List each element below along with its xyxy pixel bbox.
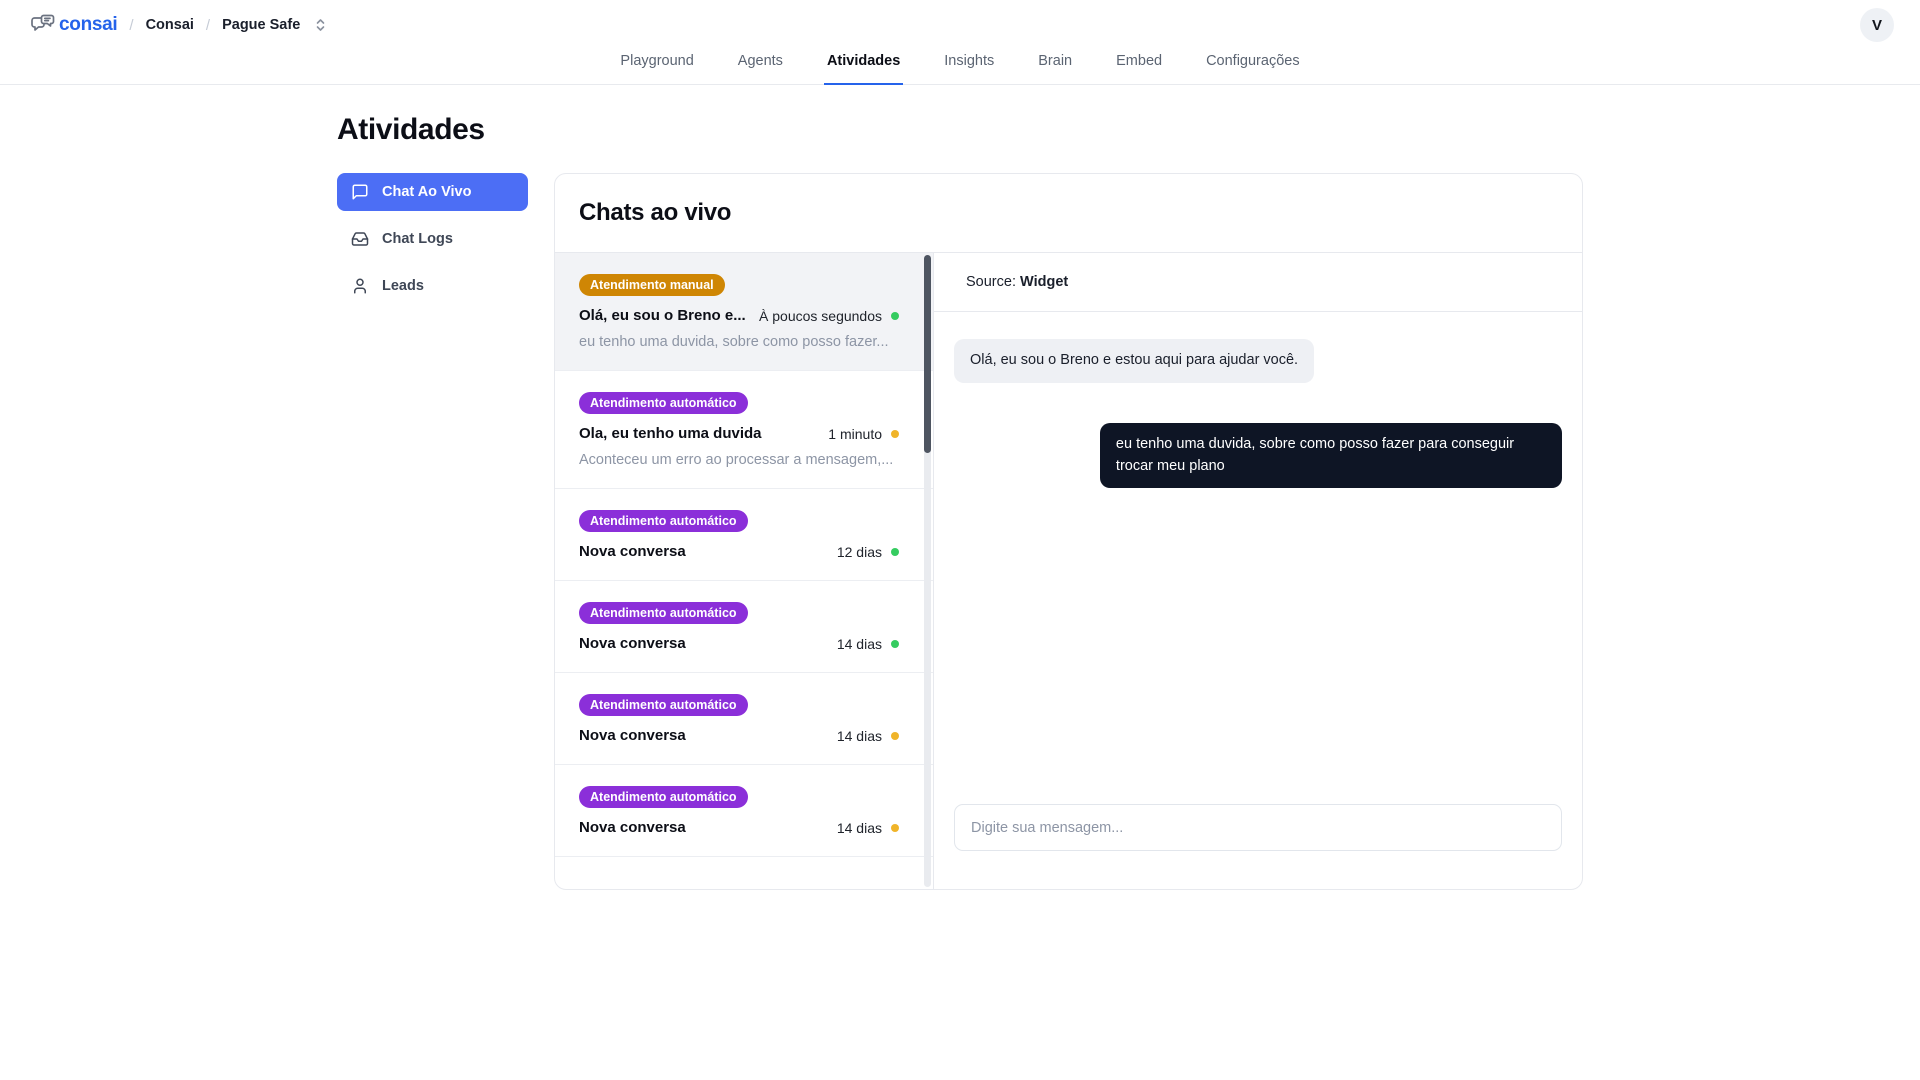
message-history: Olá, eu sou o Breno e estou aqui para aj… bbox=[934, 312, 1582, 804]
tab-agents[interactable]: Agents bbox=[735, 50, 786, 84]
sidebar-item-chat-logs[interactable]: Chat Logs bbox=[337, 220, 528, 258]
tab-atividades[interactable]: Atividades bbox=[824, 50, 903, 85]
person-icon bbox=[351, 277, 369, 295]
attendance-type-badge: Atendimento automático bbox=[579, 786, 748, 808]
conversation-title: Ola, eu tenho uma duvida bbox=[579, 425, 819, 442]
conversation-list-item[interactable]: Atendimento automático Ola, eu tenho uma … bbox=[555, 371, 933, 489]
status-dot bbox=[891, 640, 899, 648]
page-title: Atividades bbox=[337, 113, 1583, 147]
tab-insights[interactable]: Insights bbox=[941, 50, 997, 84]
visitor-message-bubble: eu tenho uma duvida, sobre como posso fa… bbox=[1100, 423, 1562, 489]
source-value: Widget bbox=[1020, 274, 1068, 290]
sidebar-item-label: Chat Logs bbox=[382, 231, 453, 247]
sidebar-item-label: Leads bbox=[382, 278, 424, 294]
conversation-preview: Aconteceu um erro ao processar a mensage… bbox=[579, 452, 899, 468]
scrollbar-thumb[interactable] bbox=[924, 255, 931, 453]
brand-name: consai bbox=[59, 14, 117, 36]
conversation-time: 12 dias bbox=[837, 544, 882, 560]
conversation-list-item[interactable]: Atendimento manual Olá, eu sou o Breno e.… bbox=[555, 253, 933, 371]
attendance-type-badge: Atendimento automático bbox=[579, 392, 748, 414]
sidebar-item-leads[interactable]: Leads bbox=[337, 267, 528, 305]
status-dot bbox=[891, 824, 899, 832]
conversation-list-item[interactable]: Atendimento automático Nova conversa 14 di… bbox=[555, 673, 933, 765]
conversation-list-item[interactable]: Atendimento automático Nova conversa 14 di… bbox=[555, 581, 933, 673]
chat-bubbles-logo-icon bbox=[30, 13, 56, 37]
conversation-time: 14 dias bbox=[837, 728, 882, 744]
conversation-list-scrollbar[interactable] bbox=[924, 255, 931, 887]
conversation-list-item[interactable]: Atendimento automático Nova conversa 14 di… bbox=[555, 765, 933, 857]
conversation-title: Nova conversa bbox=[579, 635, 828, 652]
tab-embed[interactable]: Embed bbox=[1113, 50, 1165, 84]
conversation-source: Source: Widget bbox=[934, 253, 1582, 312]
breadcrumb-workspace[interactable]: Pague Safe bbox=[222, 17, 300, 33]
attendance-type-badge: Atendimento manual bbox=[579, 274, 725, 296]
user-avatar[interactable]: V bbox=[1860, 8, 1894, 42]
inbox-icon bbox=[351, 230, 369, 248]
conversation-title: Nova conversa bbox=[579, 727, 828, 744]
main-content: Atividades Chat Ao Vivo Chat Logs Leads Ch… bbox=[337, 113, 1583, 890]
conversation-list-item[interactable]: Atendimento automático Nova conversa 12 di… bbox=[555, 489, 933, 581]
brand-logo[interactable]: consai bbox=[30, 13, 117, 37]
topbar: consai / Consai / Pague Safe V Playgroun… bbox=[0, 0, 1920, 85]
chat-bubble-icon bbox=[351, 183, 369, 201]
message-row-user: eu tenho uma duvida, sobre como posso fa… bbox=[954, 423, 1562, 489]
status-dot bbox=[891, 548, 899, 556]
breadcrumb-separator: / bbox=[129, 17, 133, 34]
conversation-time: 1 minuto bbox=[828, 426, 882, 442]
conversation-title: Nova conversa bbox=[579, 819, 828, 836]
activities-sidebar: Chat Ao Vivo Chat Logs Leads bbox=[337, 173, 528, 305]
agent-message-bubble: Olá, eu sou o Breno e estou aqui para aj… bbox=[954, 339, 1314, 383]
live-chats-card: Chats ao vivo Atendimento manual Olá, eu … bbox=[554, 173, 1583, 890]
source-label: Source: bbox=[966, 274, 1016, 290]
breadcrumb: consai / Consai / Pague Safe bbox=[30, 13, 327, 37]
attendance-type-badge: Atendimento automático bbox=[579, 510, 748, 532]
sidebar-item-label: Chat Ao Vivo bbox=[382, 184, 471, 200]
primary-nav: Playground Agents Atividades Insights Brain E… bbox=[0, 50, 1920, 85]
conversation-pane: Source: Widget Olá, eu sou o Breno e est… bbox=[934, 253, 1582, 889]
message-input[interactable] bbox=[954, 804, 1562, 851]
status-dot bbox=[891, 312, 899, 320]
attendance-type-badge: Atendimento automático bbox=[579, 602, 748, 624]
live-chats-title: Chats ao vivo bbox=[579, 199, 1558, 227]
tab-brain[interactable]: Brain bbox=[1035, 50, 1075, 84]
conversation-time: À poucos segundos bbox=[759, 308, 882, 324]
status-dot bbox=[891, 732, 899, 740]
conversation-time: 14 dias bbox=[837, 820, 882, 836]
conversation-time: 14 dias bbox=[837, 636, 882, 652]
conversation-title: Nova conversa bbox=[579, 543, 828, 560]
live-chats-card-header: Chats ao vivo bbox=[555, 174, 1582, 253]
tab-configura-es[interactable]: Configurações bbox=[1203, 50, 1303, 84]
workspace-switcher-button[interactable] bbox=[314, 17, 327, 33]
sidebar-item-chat-ao-vivo[interactable]: Chat Ao Vivo bbox=[337, 173, 528, 211]
breadcrumb-separator: / bbox=[206, 17, 210, 34]
breadcrumb-org[interactable]: Consai bbox=[146, 17, 194, 33]
conversation-list: Atendimento manual Olá, eu sou o Breno e.… bbox=[555, 253, 934, 889]
message-row-bot: Olá, eu sou o Breno e estou aqui para aj… bbox=[954, 339, 1562, 383]
conversation-preview: eu tenho uma duvida, sobre como posso fa… bbox=[579, 334, 899, 350]
tab-playground[interactable]: Playground bbox=[617, 50, 696, 84]
attendance-type-badge: Atendimento automático bbox=[579, 694, 748, 716]
status-dot bbox=[891, 430, 899, 438]
conversation-title: Olá, eu sou o Breno e... bbox=[579, 307, 750, 324]
